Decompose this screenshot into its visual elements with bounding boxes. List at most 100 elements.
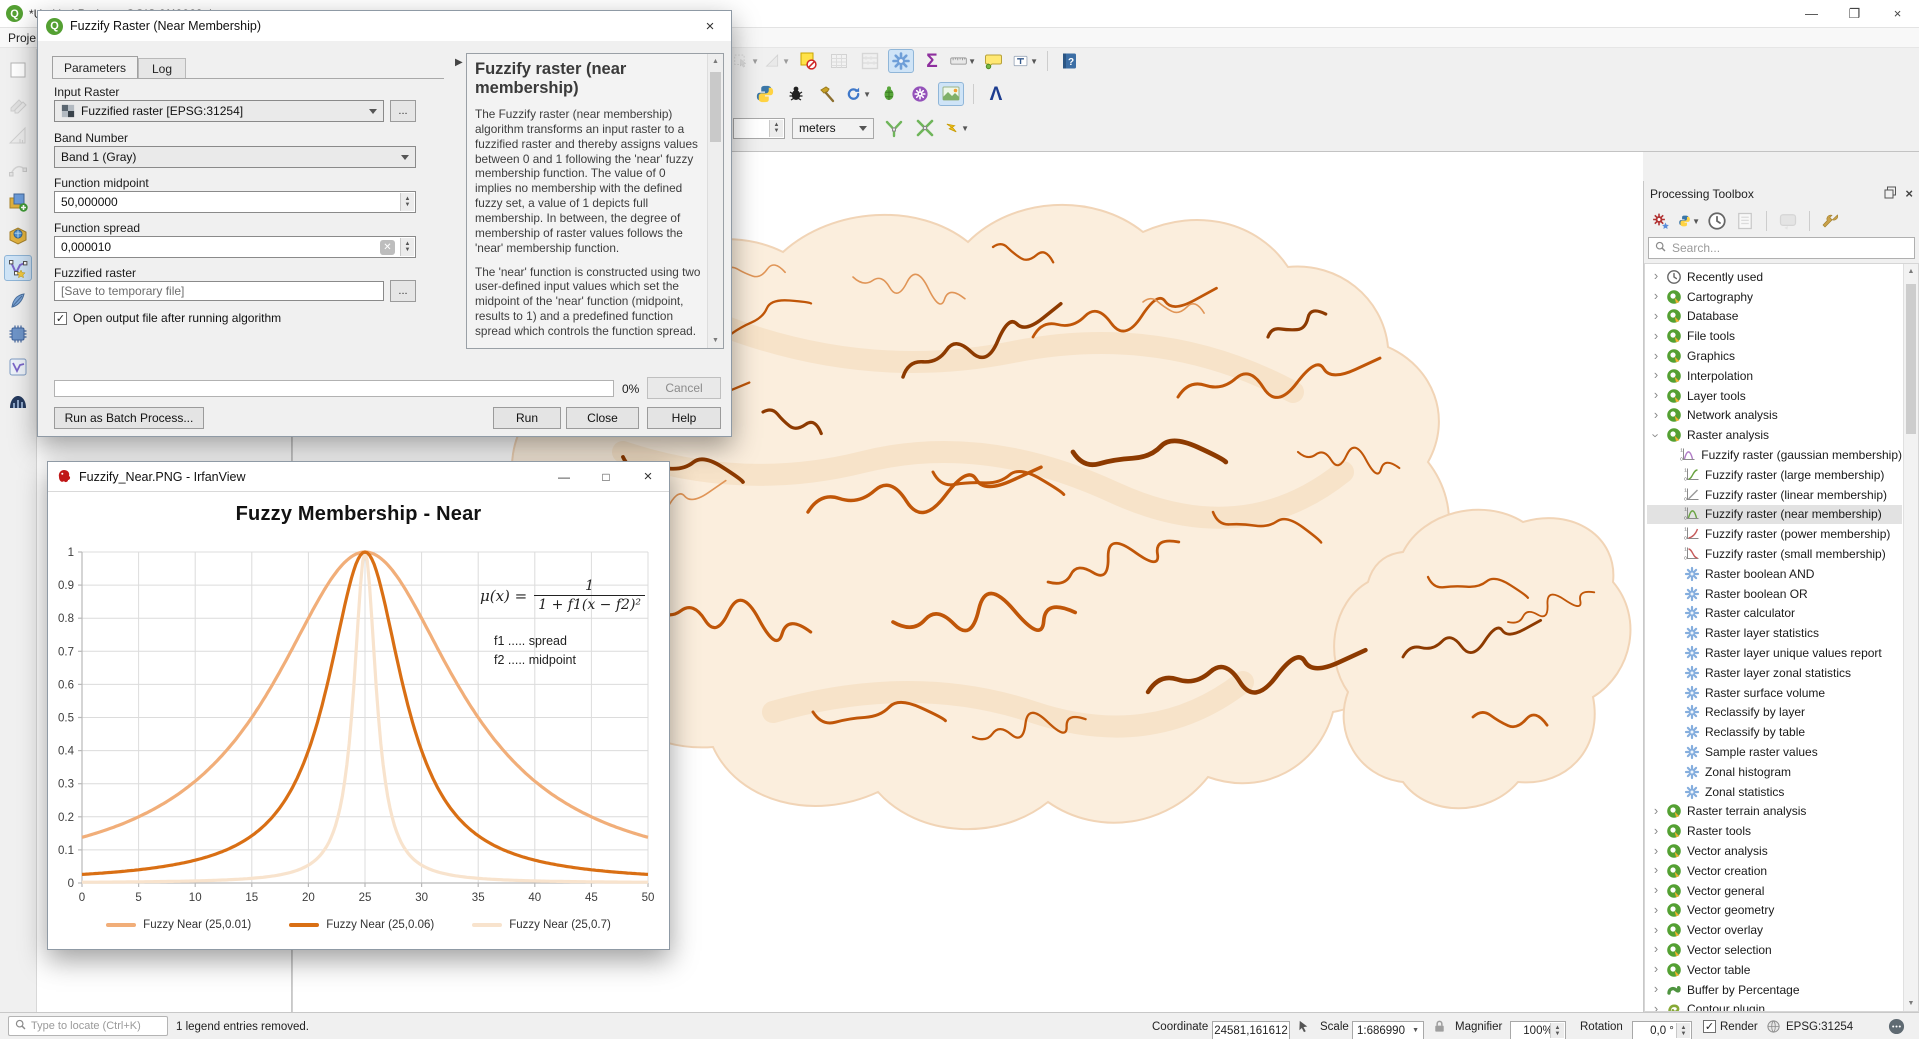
scrollbar-thumb[interactable] [710, 72, 721, 142]
spread-spinbox[interactable]: 0,000010 ✕ ▲▼ [54, 236, 416, 258]
toggle-editing-pencils-icon[interactable] [4, 90, 32, 116]
toolbox-item[interactable]: ›Interpolation [1647, 366, 1902, 386]
minimize-button[interactable]: — [1790, 0, 1833, 27]
crs-status[interactable]: EPSG:31254 [1786, 1013, 1853, 1039]
spinner-arrows-icon[interactable]: ▲▼ [400, 193, 414, 211]
close-button[interactable]: × [627, 462, 669, 491]
new-scratch-layer-icon[interactable] [4, 354, 32, 380]
new-virtual-layer-icon[interactable] [4, 321, 32, 347]
coordinate-input[interactable]: 24581,161612 [1212, 1021, 1290, 1039]
style-dock-blank-icon[interactable] [4, 57, 32, 83]
tree-chevron-icon[interactable]: › [1651, 348, 1661, 363]
messages-icon[interactable] [1888, 1013, 1905, 1039]
toolbox-item[interactable]: ›Recently used [1647, 267, 1902, 287]
statistics-panel-icon[interactable] [4, 387, 32, 413]
menu-project[interactable]: Proje [8, 31, 36, 45]
scale-combo[interactable]: 1:686990▼ [1352, 1021, 1424, 1039]
toolbox-item[interactable]: Raster boolean AND [1647, 564, 1902, 584]
toolbox-item[interactable]: ›Raster terrain analysis [1647, 802, 1902, 822]
toolbox-item[interactable]: ›Cartography [1647, 287, 1902, 307]
scrollbar-thumb[interactable] [1906, 284, 1916, 434]
input-raster-combo[interactable]: Fuzzified raster [EPSG:31254] [54, 100, 384, 122]
developer-tools-icon[interactable] [814, 82, 840, 106]
georeferencer-icon[interactable] [938, 82, 964, 106]
toolbox-item[interactable]: 10Fuzzify raster (linear membership) [1647, 485, 1902, 505]
lock-scale-icon[interactable] [1432, 1013, 1447, 1039]
scroll-up-icon[interactable]: ▲ [1904, 264, 1918, 279]
toolbox-item[interactable]: ›File tools [1647, 326, 1902, 346]
tab-log[interactable]: Log [138, 58, 186, 79]
toolbox-item[interactable]: Sample raster values [1647, 742, 1902, 762]
plugin-manager-icon[interactable] [907, 82, 933, 106]
tree-chevron-icon[interactable]: › [1651, 862, 1661, 877]
vertex-tool-snap-icon[interactable] [881, 116, 907, 140]
toolbox-item[interactable]: Reclassify by layer [1647, 703, 1902, 723]
statistics-summary-icon[interactable]: Σ [919, 49, 945, 73]
toolbox-item[interactable]: ›Layer tools [1647, 386, 1902, 406]
history-icon[interactable] [1706, 210, 1728, 232]
lambda-plugin-icon[interactable]: Λ [983, 82, 1009, 106]
midpoint-spinbox[interactable]: 50,000000 ▲▼ [54, 191, 416, 213]
toolbox-item[interactable]: ›Contour plugin [1647, 999, 1902, 1012]
attribute-table-icon[interactable] [826, 49, 852, 73]
toolbox-item[interactable]: 10Fuzzify raster (small membership) [1647, 544, 1902, 564]
vertex-editor-icon[interactable] [4, 156, 32, 182]
deselect-features-icon[interactable] [795, 49, 821, 73]
toolbox-item[interactable]: ›Buffer by Percentage [1647, 980, 1902, 1000]
toolbox-item[interactable]: Raster boolean OR [1647, 584, 1902, 604]
new-layer-stack-icon[interactable] [4, 189, 32, 215]
help-scrollbar[interactable]: ▲ ▼ [707, 54, 723, 348]
spinner-arrows-icon[interactable]: ▲▼ [769, 120, 783, 137]
toolbox-item[interactable]: Raster calculator [1647, 604, 1902, 624]
toolbox-item[interactable]: Zonal histogram [1647, 762, 1902, 782]
help-button[interactable]: Help [647, 407, 721, 429]
plugin-debugger-icon[interactable] [876, 82, 902, 106]
rotation-spinner[interactable]: 0,0 °▲▼ [1632, 1021, 1692, 1039]
tree-chevron-icon[interactable]: › [1651, 1001, 1661, 1012]
collapse-help-icon[interactable]: ▶ [455, 57, 463, 68]
toolbox-item[interactable]: ›Vector selection [1647, 940, 1902, 960]
tree-chevron-icon[interactable]: › [1651, 961, 1661, 976]
scroll-down-icon[interactable]: ▼ [708, 333, 723, 348]
select-by-polygon-icon[interactable]: ▼ [764, 49, 790, 73]
float-panel-icon[interactable] [1884, 186, 1897, 202]
tree-chevron-icon[interactable]: › [1651, 882, 1661, 897]
render-toggle[interactable]: ✓Render [1703, 1013, 1758, 1039]
select-features-icon[interactable]: ▼ [733, 49, 759, 73]
units-combo[interactable]: meters [792, 118, 874, 139]
tree-chevron-icon[interactable]: › [1651, 803, 1661, 818]
toolbox-item[interactable]: ›Raster tools [1647, 821, 1902, 841]
tree-chevron-icon[interactable]: › [1651, 407, 1661, 422]
tree-chevron-icon[interactable]: › [1649, 430, 1664, 440]
toolbox-item[interactable]: Raster layer unique values report [1647, 643, 1902, 663]
toolbox-item[interactable]: 10Fuzzify raster (power membership) [1647, 524, 1902, 544]
options-wrench-icon[interactable] [1820, 210, 1842, 232]
tree-chevron-icon[interactable]: › [1651, 941, 1661, 956]
tree-chevron-icon[interactable]: › [1651, 367, 1661, 382]
search-input[interactable] [1672, 241, 1909, 255]
toolbox-item[interactable]: ›Graphics [1647, 346, 1902, 366]
cancel-button[interactable]: Cancel [647, 377, 721, 399]
extent-tracking-icon[interactable] [1296, 1013, 1311, 1039]
toolbox-item[interactable]: ›Vector table [1647, 960, 1902, 980]
toolbox-item[interactable]: Raster surface volume [1647, 683, 1902, 703]
close-button[interactable]: × [1876, 0, 1919, 27]
tab-parameters[interactable]: Parameters [52, 56, 138, 79]
edit-features-inplace-icon[interactable] [1777, 210, 1799, 232]
tree-chevron-icon[interactable]: › [1651, 823, 1661, 838]
processing-toolbox-icon[interactable] [888, 49, 914, 73]
tree-chevron-icon[interactable]: › [1651, 922, 1661, 937]
new-shapefile-layer-icon[interactable] [4, 255, 32, 281]
locate-input[interactable] [31, 1020, 151, 1032]
open-output-checkbox[interactable]: ✓ [54, 312, 67, 325]
open-output-toggle[interactable]: ✓ Open output file after running algorit… [54, 311, 281, 325]
tree-chevron-icon[interactable]: › [1651, 902, 1661, 917]
toolbox-search[interactable] [1648, 237, 1915, 259]
report-bug-icon[interactable] [783, 82, 809, 106]
tree-chevron-icon[interactable]: › [1651, 308, 1661, 323]
help-contents-icon[interactable]: ? [1057, 49, 1083, 73]
intersection-snap-icon[interactable] [912, 116, 938, 140]
model-designer-icon[interactable] [1650, 210, 1672, 232]
tree-chevron-icon[interactable]: › [1651, 843, 1661, 858]
close-panel-icon[interactable]: × [1905, 186, 1913, 202]
